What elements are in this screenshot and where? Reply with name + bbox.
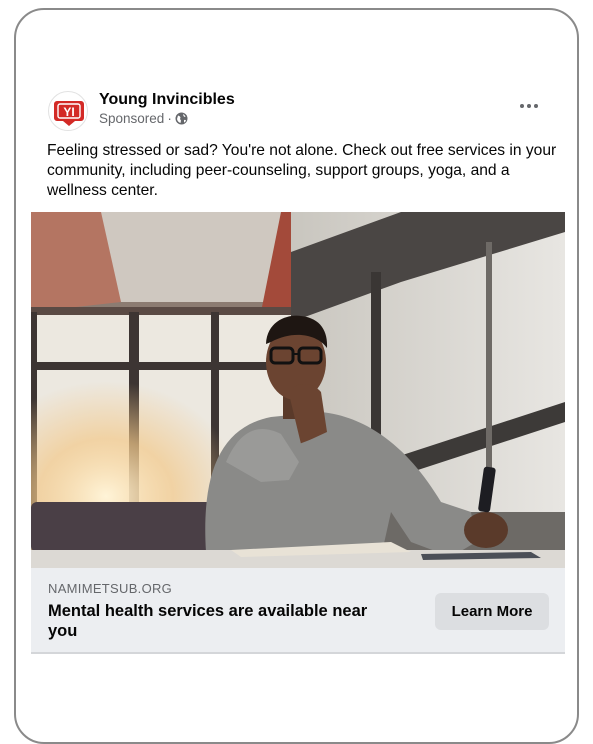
more-options-icon[interactable]	[515, 94, 543, 118]
sponsored-label: Sponsored	[99, 111, 165, 126]
ad-image[interactable]	[31, 212, 565, 568]
page-avatar[interactable]: YI	[48, 91, 88, 131]
link-domain: NAMIMETSUB.ORG	[48, 581, 173, 596]
young-invincibles-logo: YI	[54, 101, 84, 126]
photo-man-thinking-icon	[31, 212, 565, 568]
link-preview-bar[interactable]: NAMIMETSUB.ORG Mental health services ar…	[31, 568, 565, 654]
separator: ·	[167, 111, 172, 126]
globe-icon	[175, 112, 188, 125]
post-body-text: Feeling stressed or sad? You're not alon…	[47, 142, 557, 199]
post-header: YI Young Invincibles Sponsored ·	[31, 78, 565, 138]
logo-letters: YI	[63, 105, 74, 119]
sponsored-post-card: YI Young Invincibles Sponsored · Feeling…	[31, 78, 565, 654]
page-name[interactable]: Young Invincibles	[99, 91, 235, 109]
sponsored-row: Sponsored ·	[99, 111, 188, 126]
learn-more-button[interactable]: Learn More	[435, 593, 549, 630]
link-headline[interactable]: Mental health services are available nea…	[48, 601, 393, 641]
